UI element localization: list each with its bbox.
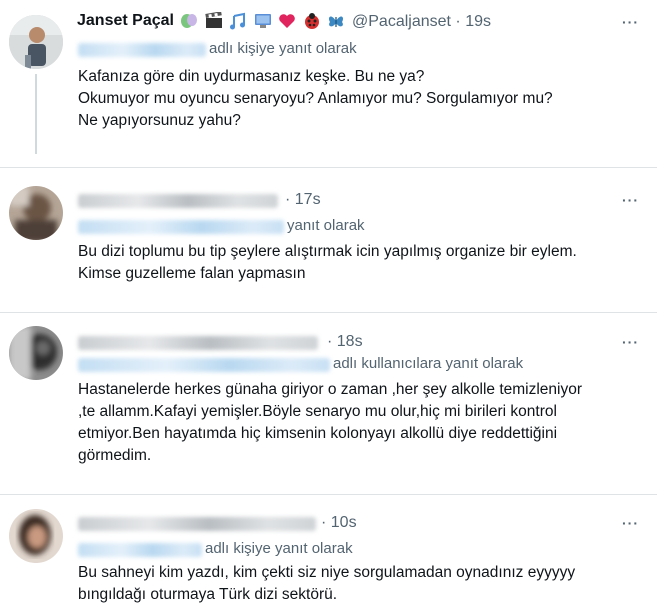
reply-context: adlı kullanıcılara yanıt olarak (333, 355, 524, 372)
redacted-author-name[interactable] (78, 336, 318, 350)
tweet-4[interactable]: · 10s ··· adlı kişiye yanıt olarak Bu sa… (0, 495, 657, 612)
theater-masks-icon (181, 14, 198, 28)
redacted-reply-target[interactable] (78, 220, 284, 234)
avatar-photo (9, 15, 63, 69)
reply-context: yanıt olarak (287, 217, 365, 234)
author-name[interactable]: Janset Paçal (77, 12, 345, 30)
reply-context: adlı kişiye yanıt olarak (205, 540, 353, 557)
redacted-reply-target[interactable] (78, 43, 206, 57)
timestamp[interactable]: · 17s (285, 191, 321, 209)
music-notes-icon (230, 12, 246, 30)
reply-context: adlı kişiye yanıt olarak (209, 40, 357, 57)
thread-line (35, 74, 37, 154)
more-options-icon[interactable]: ··· (622, 192, 639, 208)
tweet-text: Kafanıza göre din uydurmasanız keşke. Bu… (78, 68, 553, 129)
redacted-reply-target[interactable] (78, 358, 330, 372)
avatar[interactable] (9, 326, 63, 380)
more-options-icon[interactable]: ··· (622, 14, 639, 30)
butterfly-icon (329, 16, 344, 27)
avatar-photo-blurred (9, 326, 63, 380)
tweet-3[interactable]: · 18s ··· adlı kullanıcılara yanıt olara… (0, 313, 657, 491)
avatar[interactable] (9, 186, 63, 240)
author-handle[interactable]: @Pacaljanset · 19s (352, 13, 491, 31)
monitor-icon (254, 14, 271, 28)
tweet-2[interactable]: · 17s ··· yanıt olarak Bu dizi toplumu b… (0, 168, 657, 308)
redacted-author-name[interactable] (78, 517, 316, 531)
timestamp[interactable]: · 18s (327, 333, 363, 351)
tweet-text: Hastanelerde herkes günaha giriyor o zam… (78, 381, 583, 464)
tweet-1[interactable]: Janset Paçal @Pacaljanset · 19s ··· adlı… (0, 0, 657, 160)
heart-icon (279, 14, 296, 28)
clapperboard-icon (205, 12, 222, 28)
emoji-row (174, 12, 345, 30)
redacted-author-name[interactable] (78, 194, 278, 208)
avatar[interactable] (9, 509, 63, 563)
tweet-text: Bu dizi toplumu bu tip şeylere alıştırma… (78, 243, 577, 282)
timestamp[interactable]: · 19s (455, 13, 491, 30)
ladybug-icon (304, 13, 319, 29)
tweet-text: Bu sahneyi kim yazdı, kim çekti siz niye… (78, 564, 576, 603)
more-options-icon[interactable]: ··· (622, 334, 639, 350)
avatar-photo-blurred (9, 509, 63, 563)
avatar[interactable] (9, 15, 63, 69)
timestamp[interactable]: · 10s (321, 514, 357, 532)
more-options-icon[interactable]: ··· (622, 515, 639, 531)
redacted-reply-target[interactable] (78, 543, 202, 557)
avatar-photo-blurred (9, 186, 63, 240)
